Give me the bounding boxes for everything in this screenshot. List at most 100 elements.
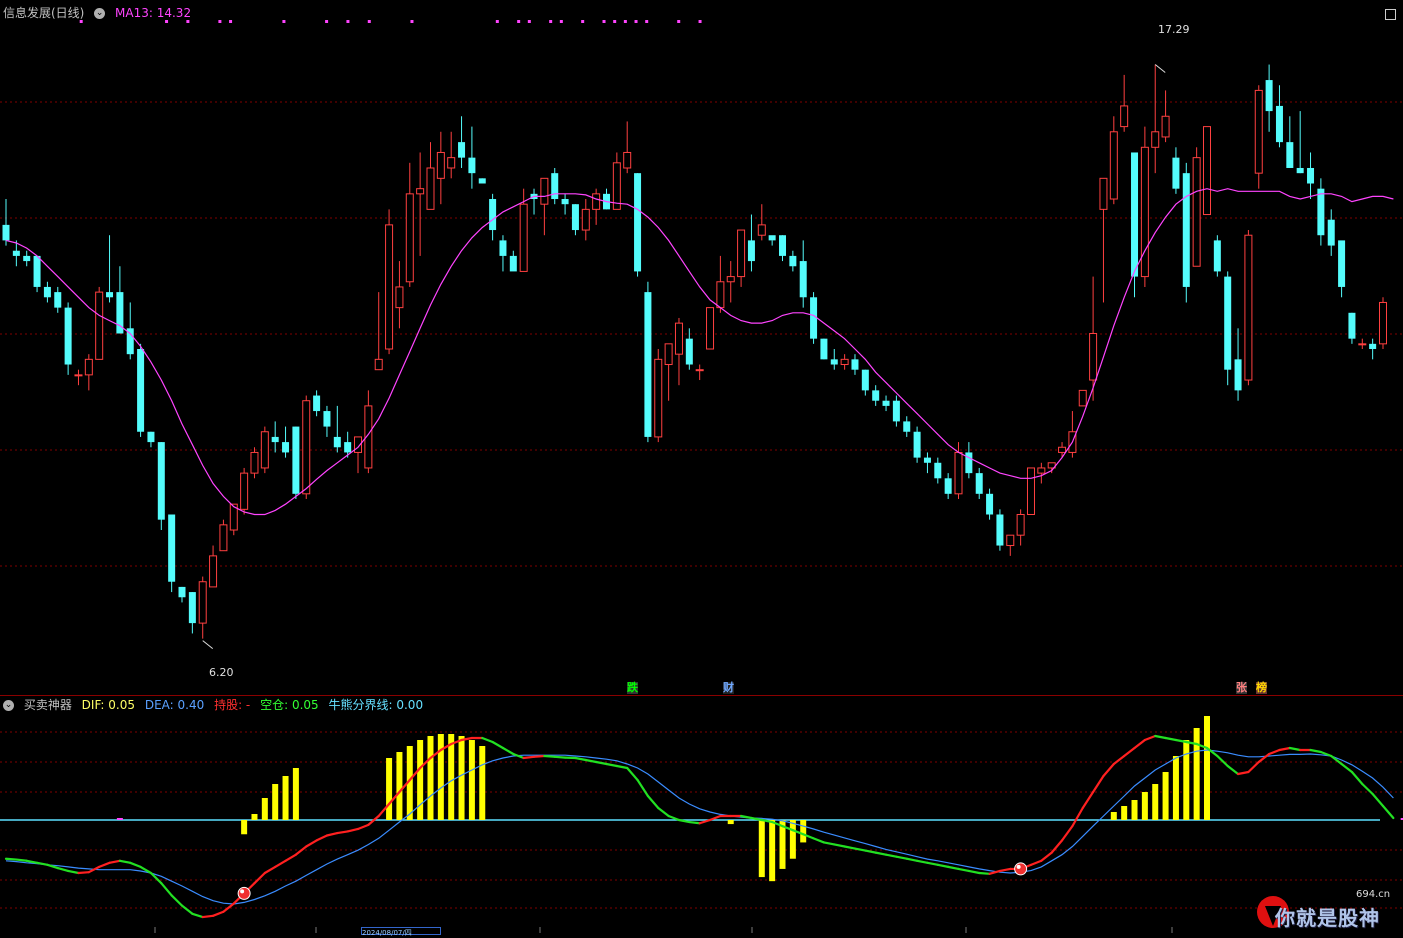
histogram-bar	[1111, 812, 1117, 820]
candle-body	[13, 251, 20, 256]
watermark-text: 你就是股神	[1275, 902, 1380, 931]
dif-line-segment	[1373, 794, 1383, 806]
dif-line-segment	[1114, 756, 1124, 764]
candle-body	[955, 452, 962, 493]
signal-marker	[410, 20, 413, 23]
dif-line-segment	[658, 808, 668, 816]
candle-body	[375, 359, 382, 369]
histogram-bar	[1183, 740, 1189, 820]
histogram-bar	[272, 784, 278, 820]
histogram-bar	[479, 746, 485, 820]
candle-body	[883, 401, 890, 406]
signal-marker	[496, 20, 499, 23]
histogram-bar	[1152, 784, 1158, 820]
candle-body	[510, 256, 517, 272]
candle-body	[1359, 344, 1366, 345]
dif-line-segment	[120, 861, 130, 863]
candle-body	[551, 173, 558, 199]
candle-body	[1183, 173, 1190, 287]
candle-body	[1203, 127, 1210, 215]
candle-body	[820, 339, 827, 360]
dif-line-segment	[845, 847, 855, 849]
dif-line-segment	[627, 768, 637, 780]
candle-body	[44, 287, 51, 297]
candle-body	[758, 225, 765, 235]
signal-marker	[282, 20, 285, 23]
dif-line-segment	[223, 904, 233, 912]
histogram-bar	[386, 758, 392, 820]
candle-body	[779, 235, 786, 256]
candle-body	[210, 556, 217, 587]
dif-line-segment	[886, 855, 896, 857]
candle-body	[986, 494, 993, 515]
dif-line-segment	[524, 757, 534, 758]
dif-line-segment	[130, 863, 140, 867]
dif-line-segment	[1166, 738, 1176, 740]
signal-marker	[165, 20, 168, 23]
dif-line-segment	[969, 871, 979, 873]
candle-body	[1121, 106, 1128, 127]
event-flag-finance[interactable]: 财	[723, 682, 734, 694]
histogram-bar	[1121, 806, 1127, 820]
dif-line-segment	[78, 872, 88, 873]
dif-line-segment	[265, 867, 275, 873]
dif-line-segment	[1103, 764, 1113, 776]
signal-marker	[699, 20, 702, 23]
event-flag-list[interactable]: 榜	[1256, 682, 1267, 694]
candle-body	[272, 437, 279, 442]
dif-line-segment	[1145, 736, 1155, 740]
histogram-bar	[417, 740, 423, 820]
candle-body	[292, 427, 299, 494]
dif-line-segment	[1155, 736, 1165, 738]
candle-body	[841, 359, 848, 364]
candle-body	[655, 359, 662, 437]
price-chart[interactable]	[0, 0, 1403, 933]
candle-body	[189, 592, 196, 623]
buy-signal-highlight	[240, 889, 244, 893]
signal-marker	[549, 20, 552, 23]
candle-body	[1027, 468, 1034, 515]
candle-body	[562, 199, 569, 204]
dif-line-segment	[348, 829, 358, 831]
candle-body	[1224, 277, 1231, 370]
candle-body	[1172, 158, 1179, 189]
candle-body	[396, 287, 403, 308]
candle-body	[903, 421, 910, 431]
date-text: 2024/08/07/四	[362, 929, 412, 937]
candle-body	[1193, 158, 1200, 267]
candle-body	[479, 178, 486, 183]
candle-body	[738, 230, 745, 277]
signal-marker	[560, 20, 563, 23]
dif-line-segment	[254, 873, 264, 883]
candle-body	[1369, 344, 1376, 349]
dif-line-segment	[938, 865, 948, 867]
low-pointer	[203, 641, 213, 649]
dif-line-segment	[1000, 869, 1010, 871]
histogram-bar	[293, 768, 299, 820]
candle-body	[686, 339, 693, 365]
candle-body	[1380, 302, 1387, 343]
candle-body	[179, 587, 186, 597]
histogram-bar	[448, 734, 454, 820]
dif-line-segment	[1083, 792, 1093, 808]
candle-body	[582, 209, 589, 230]
candle-body	[1245, 235, 1252, 380]
dif-line-segment	[959, 869, 969, 871]
event-flag-fall[interactable]: 跌	[627, 682, 638, 694]
dif-line-segment	[917, 861, 927, 863]
signal-marker	[368, 20, 371, 23]
candle-body	[914, 432, 921, 458]
candle-body	[1266, 80, 1273, 111]
dif-line-segment	[482, 738, 492, 742]
candle-body	[468, 158, 475, 174]
signal-marker	[80, 20, 83, 23]
signal-marker	[229, 20, 232, 23]
dif-line-segment	[161, 883, 171, 895]
candle-body	[593, 194, 600, 210]
candle-body	[851, 359, 858, 369]
histogram-bar	[251, 814, 257, 820]
dif-line-segment	[296, 847, 306, 855]
event-flag-rise[interactable]: 张	[1236, 682, 1247, 694]
candle-body	[1286, 142, 1293, 168]
signal-marker	[186, 20, 189, 23]
